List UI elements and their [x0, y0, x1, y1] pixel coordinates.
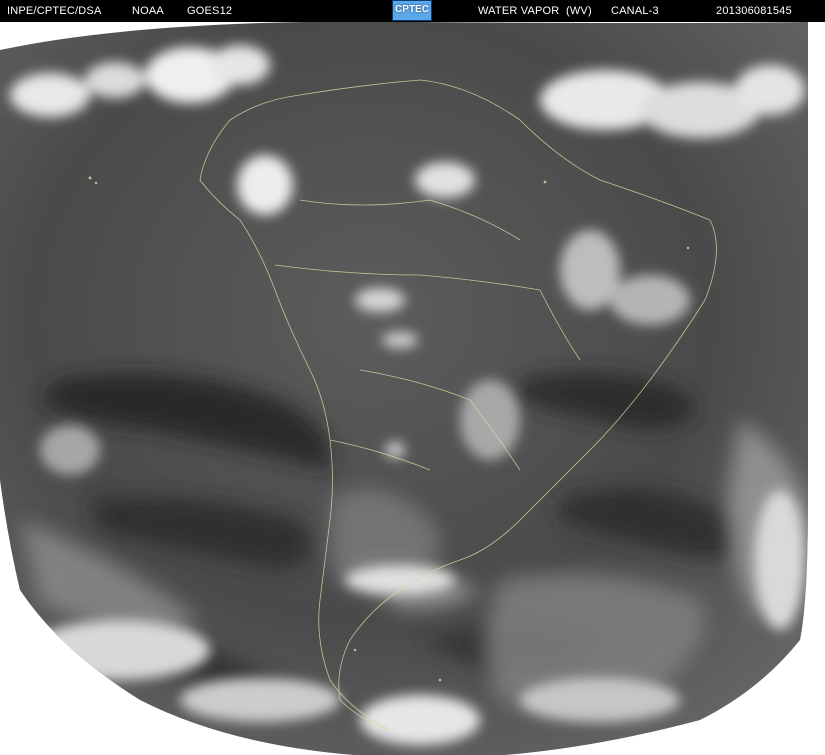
channel-label: CANAL-3: [611, 5, 659, 17]
cptec-logo: CPTEC: [392, 0, 432, 21]
channel-name-label: WATER VAPOR (WV): [478, 5, 592, 17]
logo-text: CPTEC: [395, 4, 429, 15]
satellite-image-frame: INPE/CPTEC/DSA NOAA GOES12 CPTEC WATER V…: [0, 0, 825, 755]
timestamp-label: 201306081545: [716, 5, 792, 17]
satellite-label: GOES12: [187, 5, 233, 17]
source-label: INPE/CPTEC/DSA: [7, 5, 102, 17]
header-bar: INPE/CPTEC/DSA NOAA GOES12 CPTEC WATER V…: [0, 0, 825, 22]
agency-label: NOAA: [132, 5, 164, 17]
water-vapor-image: [0, 22, 808, 755]
